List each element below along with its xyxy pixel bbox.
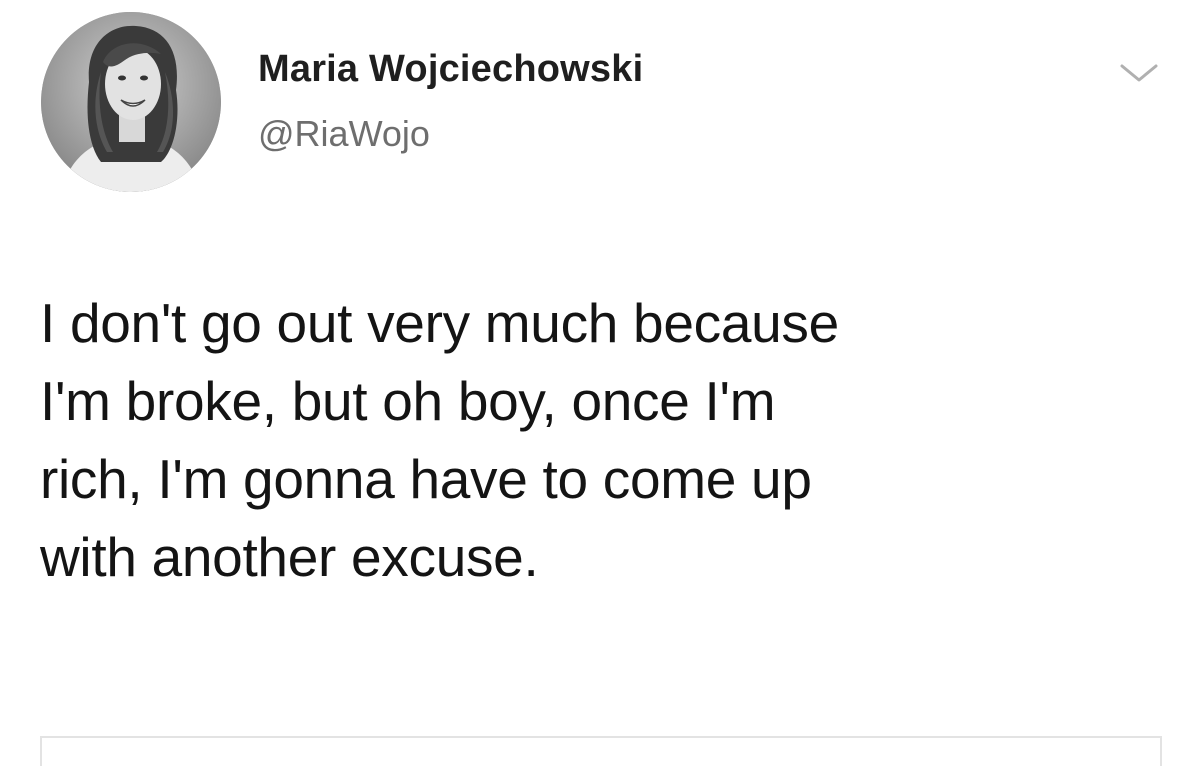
author-handle[interactable]: @RiaWojo: [258, 113, 430, 155]
author-display-name[interactable]: Maria Wojciechowski: [258, 48, 643, 91]
tweet-actions-divider: [40, 736, 1162, 766]
avatar-photo-icon: [41, 12, 221, 192]
avatar[interactable]: [41, 12, 221, 192]
tweet-text: I don't go out very much because I'm bro…: [40, 292, 839, 588]
tweet-card: Maria Wojciechowski @RiaWojo I don't go …: [0, 0, 1200, 766]
chevron-down-icon[interactable]: [1116, 58, 1162, 88]
